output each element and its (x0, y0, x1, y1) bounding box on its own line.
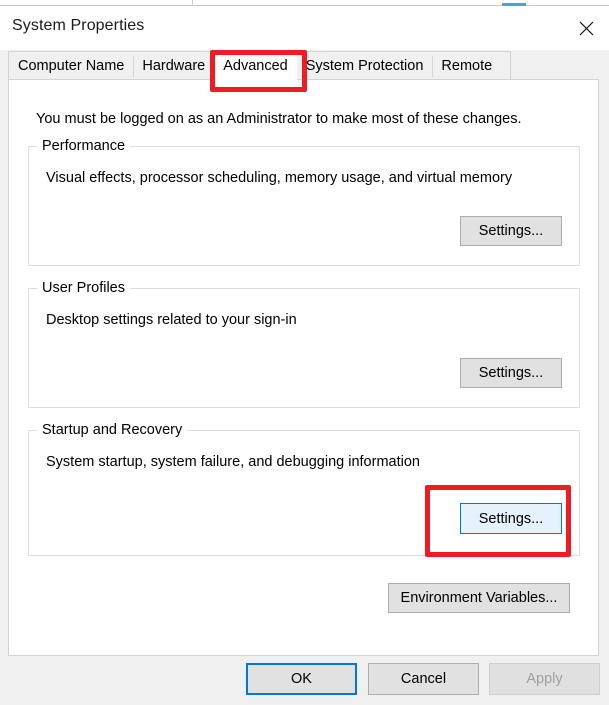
tab-hardware[interactable]: Hardware (133, 52, 214, 80)
tab-computer-name[interactable]: Computer Name (9, 52, 133, 80)
apply-button: Apply (489, 663, 600, 695)
startup-recovery-group-legend: Startup and Recovery (37, 422, 188, 438)
startup-recovery-settings-button[interactable]: Settings... (460, 503, 562, 534)
button-label: OK (291, 671, 312, 687)
performance-settings-button[interactable]: Settings... (460, 216, 562, 246)
tab-bar: Computer Name Hardware Advanced System P… (8, 51, 511, 80)
cancel-button[interactable]: Cancel (368, 663, 479, 695)
tab-label: Computer Name (18, 58, 125, 74)
tab-label: Remote (441, 58, 493, 74)
user-profiles-settings-button[interactable]: Settings... (460, 358, 562, 388)
startup-recovery-group: Startup and Recovery System startup, sys… (28, 422, 580, 556)
environment-variables-button[interactable]: Environment Variables... (388, 583, 570, 613)
performance-group: Performance Visual effects, processor sc… (28, 138, 580, 266)
close-icon[interactable] (563, 6, 609, 50)
tab-label: System Protection (305, 58, 424, 74)
system-properties-dialog: System Properties Computer Name Hardware… (0, 6, 609, 705)
button-label: Settings... (478, 223, 544, 239)
advanced-tab-panel: You must be logged on as an Administrato… (8, 79, 599, 656)
tab-system-protection[interactable]: System Protection (297, 52, 433, 80)
window-title: System Properties (12, 17, 145, 34)
user-profiles-group-legend: User Profiles (37, 280, 130, 296)
tab-remote[interactable]: Remote (432, 52, 501, 80)
tab-label: Advanced (223, 58, 288, 74)
button-label: Apply (526, 671, 563, 687)
user-profiles-group: User Profiles Desktop settings related t… (28, 280, 580, 408)
startup-recovery-description: System startup, system failure, and debu… (46, 454, 420, 470)
button-label: Environment Variables... (400, 590, 558, 606)
title-bar: System Properties (0, 6, 609, 50)
ok-button[interactable]: OK (246, 663, 357, 695)
performance-description: Visual effects, processor scheduling, me… (46, 170, 513, 186)
button-label: Settings... (478, 365, 544, 381)
performance-group-legend: Performance (37, 138, 131, 154)
tab-label: Hardware (142, 58, 206, 74)
admin-notice-text: You must be logged on as an Administrato… (36, 111, 522, 127)
button-label: Cancel (400, 671, 447, 687)
button-label: Settings... (478, 510, 544, 527)
tab-advanced[interactable]: Advanced (214, 52, 297, 80)
user-profiles-description: Desktop settings related to your sign-in (46, 312, 297, 328)
